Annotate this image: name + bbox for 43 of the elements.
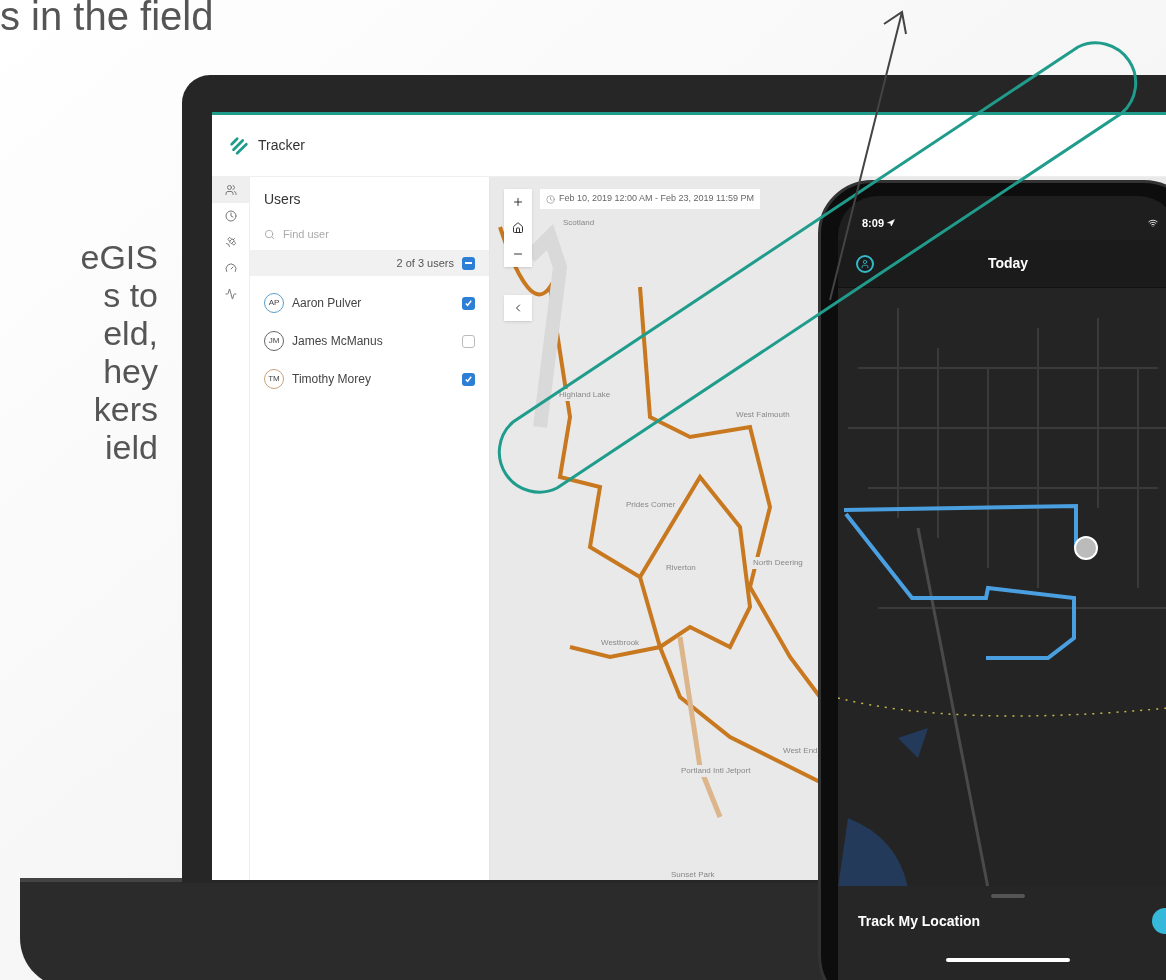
users-icon [224, 184, 237, 196]
user-name: Timothy Morey [292, 371, 372, 388]
time-icon [224, 210, 237, 222]
rail-tab[interactable] [212, 177, 249, 203]
map-place-label: Highland Lake [558, 389, 612, 401]
map-place-label: North Deering [752, 557, 804, 569]
logo-icon [228, 134, 250, 157]
body-text-line: eGIS [80, 238, 158, 276]
profile-icon [856, 254, 874, 273]
home-icon [512, 222, 524, 234]
satellite-icon [224, 236, 237, 248]
location-arrow-icon [887, 219, 896, 227]
checkbox[interactable] [462, 334, 475, 348]
body-text-line: ield [105, 428, 158, 466]
map-place-label: Sunset Park [670, 869, 716, 880]
check-icon [464, 374, 473, 384]
user-name: Aaron Pulver [292, 295, 363, 312]
map-place-label: Portland Intl Jetport [680, 765, 752, 777]
heading-text: s in the field [0, 0, 214, 38]
checkbox[interactable] [462, 296, 475, 310]
gauge-icon [224, 262, 237, 274]
date-range-text: Feb 10, 2019 12:00 AM - Feb 23, 2019 11:59 PM [559, 192, 754, 206]
user-count: 2 of 3 users [396, 255, 454, 271]
search-icon [264, 228, 275, 240]
setting-label: Track My Location [858, 911, 981, 931]
checkbox[interactable] [462, 372, 475, 386]
search-field[interactable]: Find user [283, 225, 475, 243]
body-text-line: s to [103, 276, 158, 314]
wifi-icon [1148, 218, 1158, 228]
header-title: Today [987, 254, 1029, 273]
user-avatar [1074, 536, 1098, 560]
clock-icon [546, 194, 555, 204]
user-name: James McManus [292, 333, 384, 350]
check-icon [464, 298, 473, 308]
panel-title: Users [263, 190, 302, 209]
checkbox[interactable] [462, 256, 475, 270]
body-text-line: kers [93, 390, 158, 428]
body-text-line: eld, [103, 314, 158, 352]
plus-icon [512, 196, 524, 208]
status-time: 8:09 [862, 215, 885, 231]
body-text-line: hey [103, 352, 158, 390]
app-title: Tracker [258, 136, 305, 155]
pulse-icon [224, 288, 237, 300]
